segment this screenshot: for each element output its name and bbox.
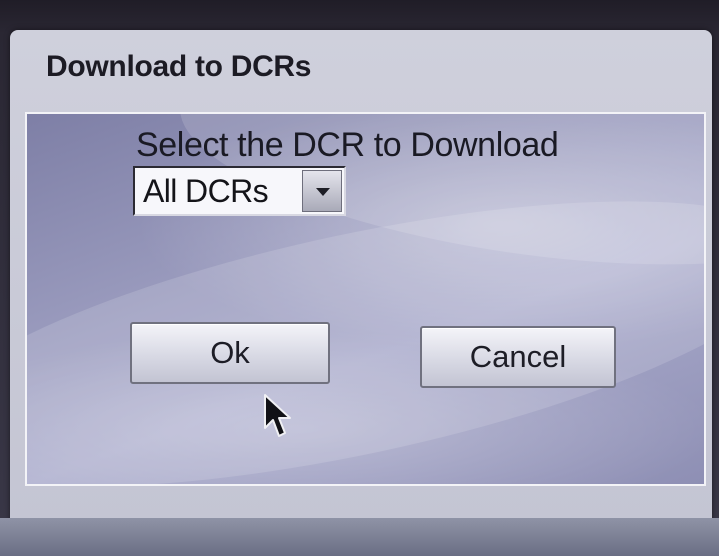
mouse-pointer-icon	[264, 394, 291, 437]
device-screen: Download to DCRs Select the DCR to Downl…	[0, 0, 719, 556]
dcr-select-value: All DCRs	[143, 173, 269, 209]
dcr-select[interactable]: All DCRs	[133, 166, 346, 216]
dialog-content: Select the DCR to Download All DCRs Ok C…	[25, 112, 706, 486]
select-dcr-label: Select the DCR to Download	[136, 126, 559, 164]
dropdown-arrow-icon[interactable]	[302, 170, 342, 212]
ok-button[interactable]: Ok	[130, 322, 330, 384]
screen-bottom-edge	[0, 518, 719, 556]
dialog-titlebar: Download to DCRs	[10, 30, 712, 100]
dialog-title: Download to DCRs	[46, 50, 312, 83]
cancel-button[interactable]: Cancel	[420, 326, 616, 388]
download-dialog: Download to DCRs Select the DCR to Downl…	[10, 30, 712, 522]
